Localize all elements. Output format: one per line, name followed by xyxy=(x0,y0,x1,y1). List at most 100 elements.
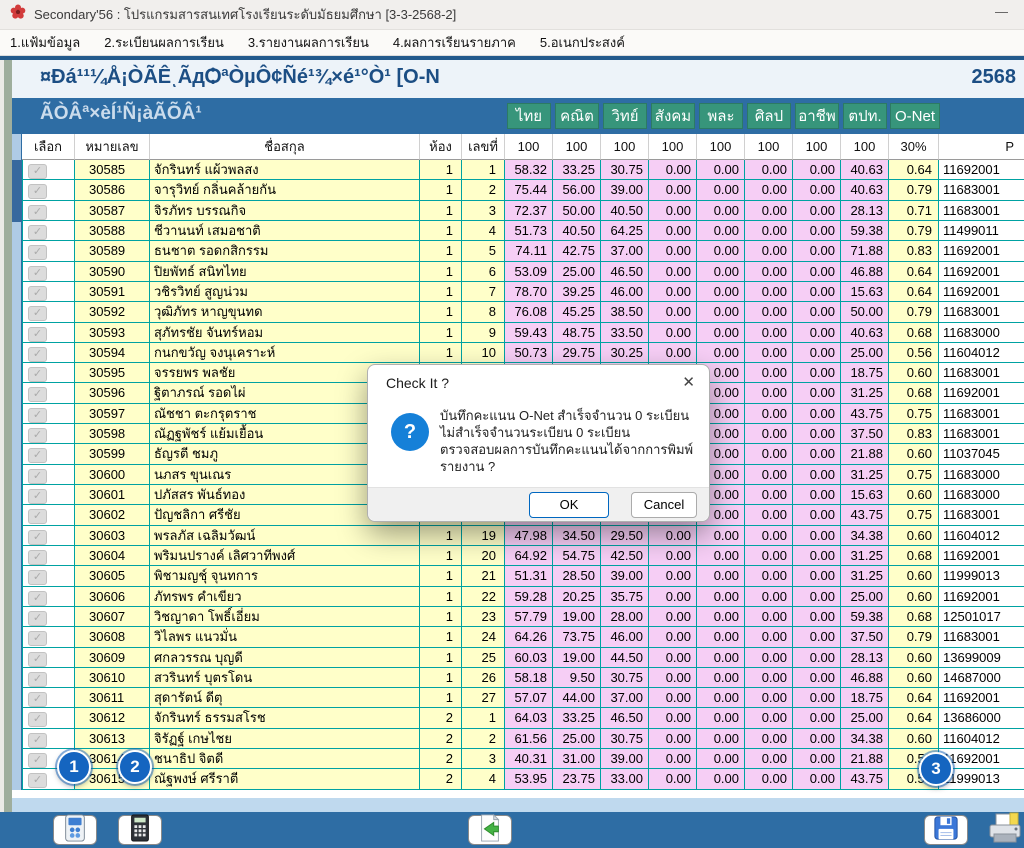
subject-tab[interactable]: ศิลป xyxy=(747,103,791,129)
table-row[interactable]: ✓ 30593 สุภัทรชัย จันทร์หอม 1 9 59.43 48… xyxy=(22,323,1024,343)
row-checkbox[interactable]: ✓ xyxy=(28,245,47,260)
menu-item[interactable]: 1.แฟ้มข้อมูล xyxy=(10,32,80,53)
table-row[interactable]: ✓ 30590 ปิยพัทธ์ สนิทไทย 1 6 53.09 25.00… xyxy=(22,262,1024,282)
menu-item[interactable]: 5.อเนกประสงค์ xyxy=(540,32,625,53)
row-checkbox[interactable]: ✓ xyxy=(28,570,47,585)
subject-tab[interactable]: O-Net xyxy=(890,103,940,129)
cell-score-math: 28.50 xyxy=(553,566,601,586)
row-checkbox[interactable]: ✓ xyxy=(28,509,47,524)
row-checkbox[interactable]: ✓ xyxy=(28,408,47,423)
table-row[interactable]: ✓ 30611 สุดารัตน์ ดีตุ 1 27 57.07 44.00 … xyxy=(22,688,1024,708)
table-row[interactable]: ✓ 30614 ชนาธิป จิตดี 2 3 40.31 31.00 39.… xyxy=(22,749,1024,769)
table-row[interactable]: ✓ 30609 ศกลวรรณ บุญดี 1 25 60.03 19.00 4… xyxy=(22,648,1024,668)
row-checkbox[interactable]: ✓ xyxy=(28,164,47,179)
subject-tab[interactable]: คณิต xyxy=(555,103,599,129)
cell-score-social: 0.00 xyxy=(649,627,697,647)
table-row[interactable]: ✓ 30586 จารุวิทย์ กลิ่นคล้ายกัน 1 2 75.4… xyxy=(22,180,1024,200)
row-checkbox[interactable]: ✓ xyxy=(28,773,47,788)
row-checkbox[interactable]: ✓ xyxy=(28,448,47,463)
cell-name: ธนชาต รอดกสิกรรม xyxy=(150,241,420,261)
menu-item[interactable]: 2.ระเบียนผลการเรียน xyxy=(104,32,224,53)
subject-tab[interactable]: ตปท. xyxy=(843,103,887,129)
row-checkbox[interactable]: ✓ xyxy=(28,550,47,565)
row-checkbox[interactable]: ✓ xyxy=(28,266,47,281)
row-checkbox[interactable]: ✓ xyxy=(28,387,47,402)
row-checkbox[interactable]: ✓ xyxy=(28,205,47,220)
table-row[interactable]: ✓ 30604 พริมนปรางค์ เลิศวาทีพงศ์ 1 20 64… xyxy=(22,546,1024,566)
recalculate-device-button[interactable] xyxy=(53,815,97,845)
cell-student-id: 30612 xyxy=(75,708,150,728)
row-checkbox[interactable]: ✓ xyxy=(28,306,47,321)
calculator-button[interactable] xyxy=(118,815,162,845)
row-checkbox[interactable]: ✓ xyxy=(28,631,47,646)
row-checkbox[interactable]: ✓ xyxy=(28,428,47,443)
vertical-scrollbar-thumb[interactable] xyxy=(12,160,21,222)
minimize-button[interactable]: — xyxy=(995,4,1008,19)
cell-score-art: 0.00 xyxy=(745,668,793,688)
table-row[interactable]: ✓ 30615 ณัฐพงษ์ ศรีราตี 2 4 53.95 23.75 … xyxy=(22,769,1024,789)
row-checkbox[interactable]: ✓ xyxy=(28,591,47,606)
cell-score-math: 33.25 xyxy=(553,160,601,180)
table-row[interactable]: ✓ 30594 กนกขวัญ จงนุเคราะห์ 1 10 50.73 2… xyxy=(22,343,1024,363)
menu-item[interactable]: 3.รายงานผลการเรียน xyxy=(248,32,369,53)
cell-score-art: 0.00 xyxy=(745,648,793,668)
ok-button[interactable]: OK xyxy=(529,492,609,518)
row-checkbox[interactable]: ✓ xyxy=(28,327,47,342)
table-row[interactable]: ✓ 30605 พิชามญชุ์ จุนทการ 1 21 51.31 28.… xyxy=(22,566,1024,586)
cell-student-id: 30590 xyxy=(75,262,150,282)
row-checkbox[interactable]: ✓ xyxy=(28,530,47,545)
row-checkbox[interactable]: ✓ xyxy=(28,489,47,504)
row-checkbox[interactable]: ✓ xyxy=(28,672,47,687)
panel-title-band: ¤Ðá¹¹¼Å¡ÒÃÊͺÃдѺªÒµÔ¢Ñé¹¾×é¹°Ò¹ [O-N 2568 xyxy=(12,60,1024,98)
row-checkbox[interactable]: ✓ xyxy=(28,347,47,362)
table-row[interactable]: ✓ 30610 สวรินทร์ บุตรโดน 1 26 58.18 9.50… xyxy=(22,668,1024,688)
subject-tab[interactable]: ไทย xyxy=(507,103,551,129)
save-button[interactable] xyxy=(924,815,968,845)
table-row[interactable]: ✓ 30592 วุฒิภัทร หาญขุนทด 1 8 76.08 45.2… xyxy=(22,302,1024,322)
subject-tab[interactable]: พละ xyxy=(699,103,743,129)
row-checkbox[interactable]: ✓ xyxy=(28,712,47,727)
table-row[interactable]: ✓ 30603 พรลภัส เฉลิมวัฒน์ 1 19 47.98 34.… xyxy=(22,526,1024,546)
cell-pid: 11692001 xyxy=(939,160,1024,180)
row-checkbox[interactable]: ✓ xyxy=(28,611,47,626)
row-checkbox[interactable]: ✓ xyxy=(28,469,47,484)
window-edge-strip xyxy=(4,60,12,848)
cell-pid: 11683000 xyxy=(939,323,1024,343)
row-checkbox[interactable]: ✓ xyxy=(28,225,47,240)
subject-tab[interactable]: วิทย์ xyxy=(603,103,647,129)
row-checkbox[interactable]: ✓ xyxy=(28,367,47,382)
table-row[interactable]: ✓ 30608 วิไลพร แนวมั่น 1 24 64.26 73.75 … xyxy=(22,627,1024,647)
table-row[interactable]: ✓ 30607 วิชญาดา โพธิ์เอี่ยม 1 23 57.79 1… xyxy=(22,607,1024,627)
table-row[interactable]: ✓ 30606 ภัทรพร คำเขียว 1 22 59.28 20.25 … xyxy=(22,587,1024,607)
row-checkbox[interactable]: ✓ xyxy=(28,733,47,748)
vertical-scrollbar[interactable] xyxy=(12,134,21,790)
cell-name: จารุวิทย์ กลิ่นคล้ายกัน xyxy=(150,180,420,200)
import-back-button[interactable] xyxy=(468,815,512,845)
row-checkbox[interactable]: ✓ xyxy=(28,692,47,707)
table-row[interactable]: ✓ 30591 วชิรวิทย์ สูญน่วม 1 7 78.70 39.2… xyxy=(22,282,1024,302)
cell-score-career: 0.00 xyxy=(793,424,841,444)
table-row[interactable]: ✓ 30589 ธนชาต รอดกสิกรรม 1 5 74.11 42.75… xyxy=(22,241,1024,261)
row-checkbox[interactable]: ✓ xyxy=(28,184,47,199)
cell-student-id: 30598 xyxy=(75,424,150,444)
cell-score-art: 0.00 xyxy=(745,302,793,322)
row-checkbox[interactable]: ✓ xyxy=(28,753,47,768)
subject-tab[interactable]: สังคม xyxy=(651,103,695,129)
subject-tab[interactable]: อาชีพ xyxy=(795,103,839,129)
table-row[interactable]: ✓ 30585 จักรินทร์ แผ้วพลสง 1 1 58.32 33.… xyxy=(22,160,1024,180)
cancel-button[interactable]: Cancel xyxy=(631,492,697,518)
close-icon[interactable]: ✕ xyxy=(682,373,695,391)
cell-number: 7 xyxy=(462,282,505,302)
cell-number: 20 xyxy=(462,546,505,566)
table-row[interactable]: ✓ 30612 จักรินทร์ ธรรมสโรช 2 1 64.03 33.… xyxy=(22,708,1024,728)
table-row[interactable]: ✓ 30587 จิรภัทร บรรณกิจ 1 3 72.37 50.00 … xyxy=(22,201,1024,221)
table-row[interactable]: ✓ 30613 จิรัฏฐ์ เกษไชย 2 2 61.56 25.00 3… xyxy=(22,729,1024,749)
cell-onet-percent: 0.68 xyxy=(889,607,939,627)
menu-item[interactable]: 4.ผลการเรียนรายภาค xyxy=(393,32,516,53)
row-checkbox[interactable]: ✓ xyxy=(28,286,47,301)
print-button[interactable] xyxy=(984,813,1024,847)
table-row[interactable]: ✓ 30588 ชีวานนท์ เสมอชาติ 1 4 51.73 40.5… xyxy=(22,221,1024,241)
row-checkbox[interactable]: ✓ xyxy=(28,652,47,667)
horizontal-scrollbar[interactable] xyxy=(12,798,1024,812)
header-max-foreign: 100 xyxy=(841,134,889,160)
